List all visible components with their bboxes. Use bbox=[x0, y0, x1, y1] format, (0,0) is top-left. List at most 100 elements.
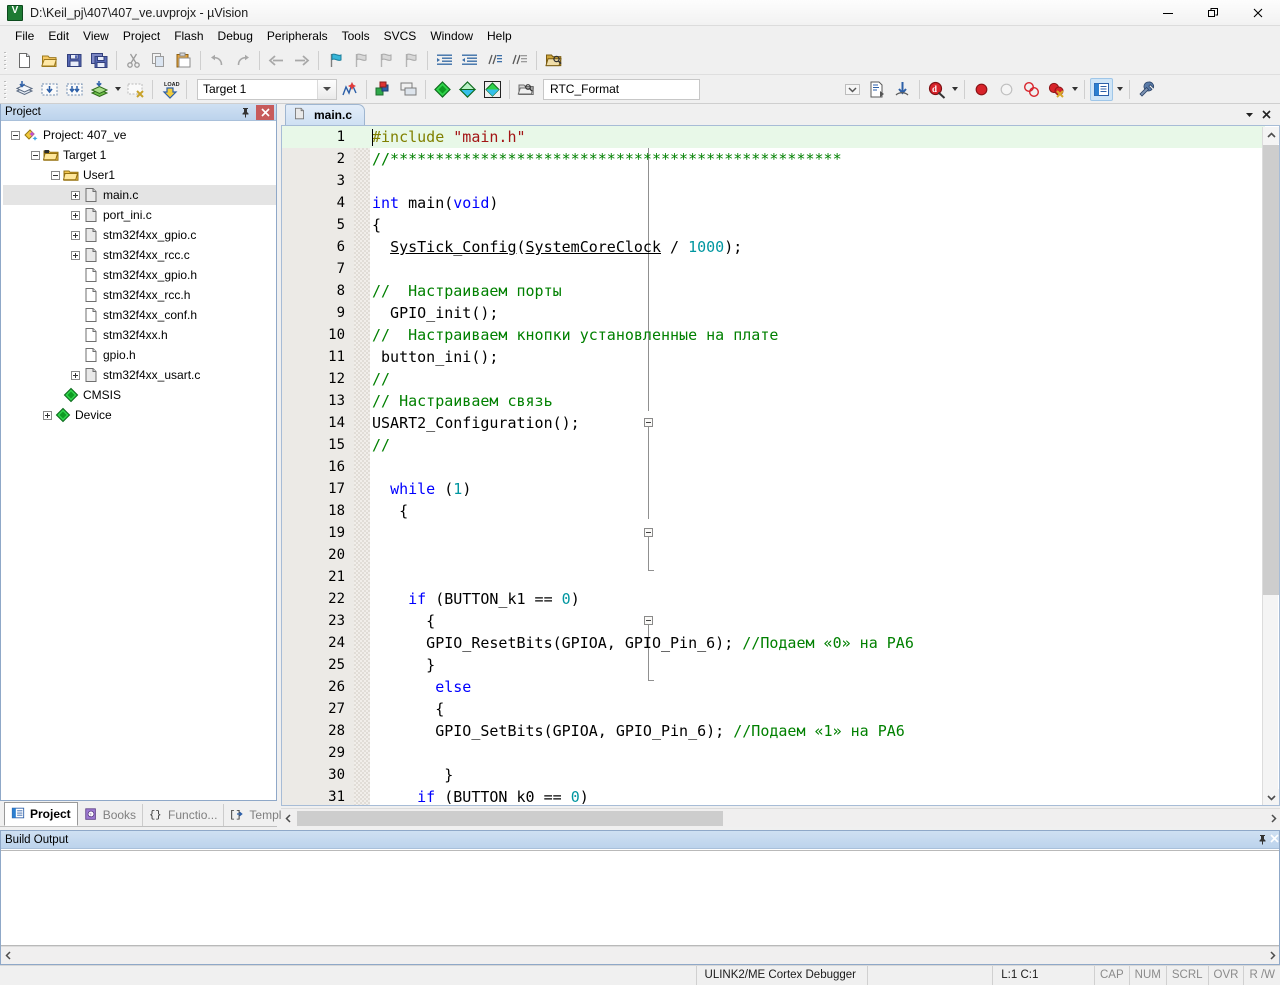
editor-hscroll-thumb[interactable] bbox=[297, 811, 723, 826]
tree-item-stm32f4xx-rcc-c[interactable]: stm32f4xx_rcc.c bbox=[3, 245, 276, 265]
expander-plus-icon[interactable] bbox=[71, 370, 80, 380]
tab-functions[interactable]: {} Functio... bbox=[143, 804, 225, 826]
code-line[interactable]: 5{ bbox=[282, 214, 1265, 236]
code-line[interactable]: 10 // Настраиваем кнопки установленные на… bbox=[282, 324, 1265, 346]
tree-item-stm32f4xx-conf-h[interactable]: stm32f4xx_conf.h bbox=[3, 305, 276, 325]
rtc-format-selector[interactable]: RTC_Format bbox=[543, 78, 700, 100]
code-line[interactable]: 28 GPIO_SetBits(GPIOA, GPIO_Pin_6); //По… bbox=[282, 720, 1265, 742]
goto-definition-icon[interactable] bbox=[891, 78, 914, 101]
menu-tools[interactable]: Tools bbox=[335, 27, 377, 45]
tree-item-stm32f4xx-gpio-h[interactable]: stm32f4xx_gpio.h bbox=[3, 265, 276, 285]
code-line[interactable]: 24 GPIO_ResetBits(GPIOA, GPIO_Pin_6); //… bbox=[282, 632, 1265, 654]
code-line[interactable]: 27 { bbox=[282, 698, 1265, 720]
code-line[interactable]: 19 bbox=[282, 522, 1265, 544]
start-debug-icon[interactable]: d bbox=[925, 78, 948, 101]
expander-plus-icon[interactable] bbox=[71, 250, 80, 260]
tree-item-cmsis[interactable]: CMSIS bbox=[3, 385, 276, 405]
target-selector[interactable]: Target 1 bbox=[197, 78, 337, 100]
save-icon[interactable] bbox=[63, 49, 86, 72]
comment-icon[interactable] bbox=[483, 49, 506, 72]
bookmark-next-icon[interactable] bbox=[374, 49, 397, 72]
tree-item-gpio-h[interactable]: gpio.h bbox=[3, 345, 276, 365]
pin-icon[interactable] bbox=[238, 105, 253, 120]
code-line[interactable]: 15 // bbox=[282, 434, 1265, 456]
tab-books[interactable]: ? Books bbox=[78, 804, 144, 826]
translate-icon[interactable] bbox=[13, 78, 36, 101]
bookmark-clear-icon[interactable] bbox=[399, 49, 422, 72]
code-line[interactable]: 18 { bbox=[282, 500, 1265, 522]
menu-peripherals[interactable]: Peripherals bbox=[260, 27, 335, 45]
editor-vscroll-thumb[interactable] bbox=[1263, 145, 1279, 595]
code-line[interactable]: 8 // Настраиваем порты bbox=[282, 280, 1265, 302]
project-window-icon[interactable] bbox=[1090, 77, 1113, 101]
tree-item-stm32f4xx-usart-c[interactable]: stm32f4xx_usart.c bbox=[3, 365, 276, 385]
scroll-up-icon[interactable] bbox=[1263, 127, 1279, 144]
bookmark-toggle-icon[interactable] bbox=[324, 49, 347, 72]
menu-debug[interactable]: Debug bbox=[211, 27, 260, 45]
editor-horizontal-scrollbar[interactable] bbox=[281, 808, 1280, 827]
menu-project[interactable]: Project bbox=[116, 27, 167, 45]
code-line[interactable]: 26 else bbox=[282, 676, 1265, 698]
code-line[interactable]: 21 bbox=[282, 566, 1265, 588]
insert-breakpoint-icon[interactable] bbox=[970, 78, 993, 101]
download-icon[interactable]: LOAD bbox=[158, 78, 181, 101]
bookmark-prev-icon[interactable] bbox=[349, 49, 372, 72]
tab-project[interactable]: Project bbox=[4, 802, 78, 826]
rebuild-icon[interactable] bbox=[63, 78, 86, 101]
close-icon[interactable] bbox=[1258, 106, 1275, 123]
menu-view[interactable]: View bbox=[76, 27, 116, 45]
scroll-right-icon[interactable] bbox=[1266, 810, 1280, 827]
outdent-icon[interactable] bbox=[458, 49, 481, 72]
code-line[interactable]: 7 bbox=[282, 258, 1265, 280]
pack-installer-icon[interactable] bbox=[431, 78, 454, 101]
disable-breakpoint-icon[interactable] bbox=[995, 78, 1018, 101]
expander-minus-icon[interactable] bbox=[11, 130, 20, 140]
insert-file-icon[interactable] bbox=[866, 78, 889, 101]
pin-icon[interactable] bbox=[1254, 834, 1270, 845]
manage-project-items-icon[interactable] bbox=[338, 78, 361, 101]
scroll-right-icon[interactable] bbox=[1265, 947, 1279, 964]
close-icon[interactable] bbox=[1270, 833, 1279, 846]
scroll-left-icon[interactable] bbox=[1, 947, 15, 964]
tree-item-stm32f4xx-rcc-h[interactable]: stm32f4xx_rcc.h bbox=[3, 285, 276, 305]
code-line[interactable]: 30 } bbox=[282, 764, 1265, 786]
breakpoints-dropdown-icon[interactable] bbox=[1069, 78, 1080, 101]
new-file-icon[interactable] bbox=[13, 49, 36, 72]
code-line[interactable]: 31 if (BUTTON_k0 == 0) bbox=[282, 786, 1265, 805]
undo-icon[interactable] bbox=[206, 49, 229, 72]
menu-svcs[interactable]: SVCS bbox=[377, 27, 424, 45]
open-file-icon[interactable] bbox=[38, 49, 61, 72]
tree-item-main-c[interactable]: main.c bbox=[3, 185, 276, 205]
toolbar-grip[interactable] bbox=[3, 50, 10, 70]
batch-build-dropdown-icon[interactable] bbox=[112, 78, 123, 101]
close-button[interactable] bbox=[1235, 0, 1280, 26]
chevron-down-icon[interactable] bbox=[1241, 106, 1258, 123]
tree-item-stm32f4xx-gpio-c[interactable]: stm32f4xx_gpio.c bbox=[3, 225, 276, 245]
redo-icon[interactable] bbox=[231, 49, 254, 72]
editor-vertical-scrollbar[interactable] bbox=[1262, 127, 1279, 805]
code-line[interactable]: 12 // bbox=[282, 368, 1265, 390]
expander-plus-icon[interactable] bbox=[71, 190, 80, 200]
configuration-wrench-icon[interactable] bbox=[1135, 78, 1158, 101]
uncomment-icon[interactable] bbox=[508, 49, 531, 72]
save-all-icon[interactable] bbox=[88, 49, 111, 72]
tree-item-port-ini-c[interactable]: port_ini.c bbox=[3, 205, 276, 225]
chevron-down-icon[interactable] bbox=[841, 78, 864, 101]
code-line[interactable]: 20 bbox=[282, 544, 1265, 566]
code-line[interactable]: 2 //*************************************… bbox=[282, 148, 1265, 170]
cut-icon[interactable] bbox=[122, 49, 145, 72]
toolbar-grip[interactable] bbox=[3, 79, 10, 99]
code-line[interactable]: 6 SysTick_Config(SystemCoreClock / 1000)… bbox=[282, 236, 1265, 258]
code-line[interactable]: 11 button_ini(); bbox=[282, 346, 1265, 368]
build-output-text[interactable] bbox=[1, 850, 1279, 946]
debug-dropdown-icon[interactable] bbox=[949, 78, 960, 101]
tree-item-device[interactable]: Device bbox=[3, 405, 276, 425]
build-icon[interactable] bbox=[38, 78, 61, 101]
batch-build-icon[interactable] bbox=[88, 78, 111, 101]
tree-item-group[interactable]: User1 bbox=[3, 165, 276, 185]
indent-icon[interactable] bbox=[433, 49, 456, 72]
expander-minus-icon[interactable] bbox=[51, 170, 60, 180]
manage-rte-icon[interactable] bbox=[456, 78, 479, 101]
expander-plus-icon[interactable] bbox=[43, 410, 52, 420]
run-environment-icon[interactable] bbox=[481, 78, 504, 101]
